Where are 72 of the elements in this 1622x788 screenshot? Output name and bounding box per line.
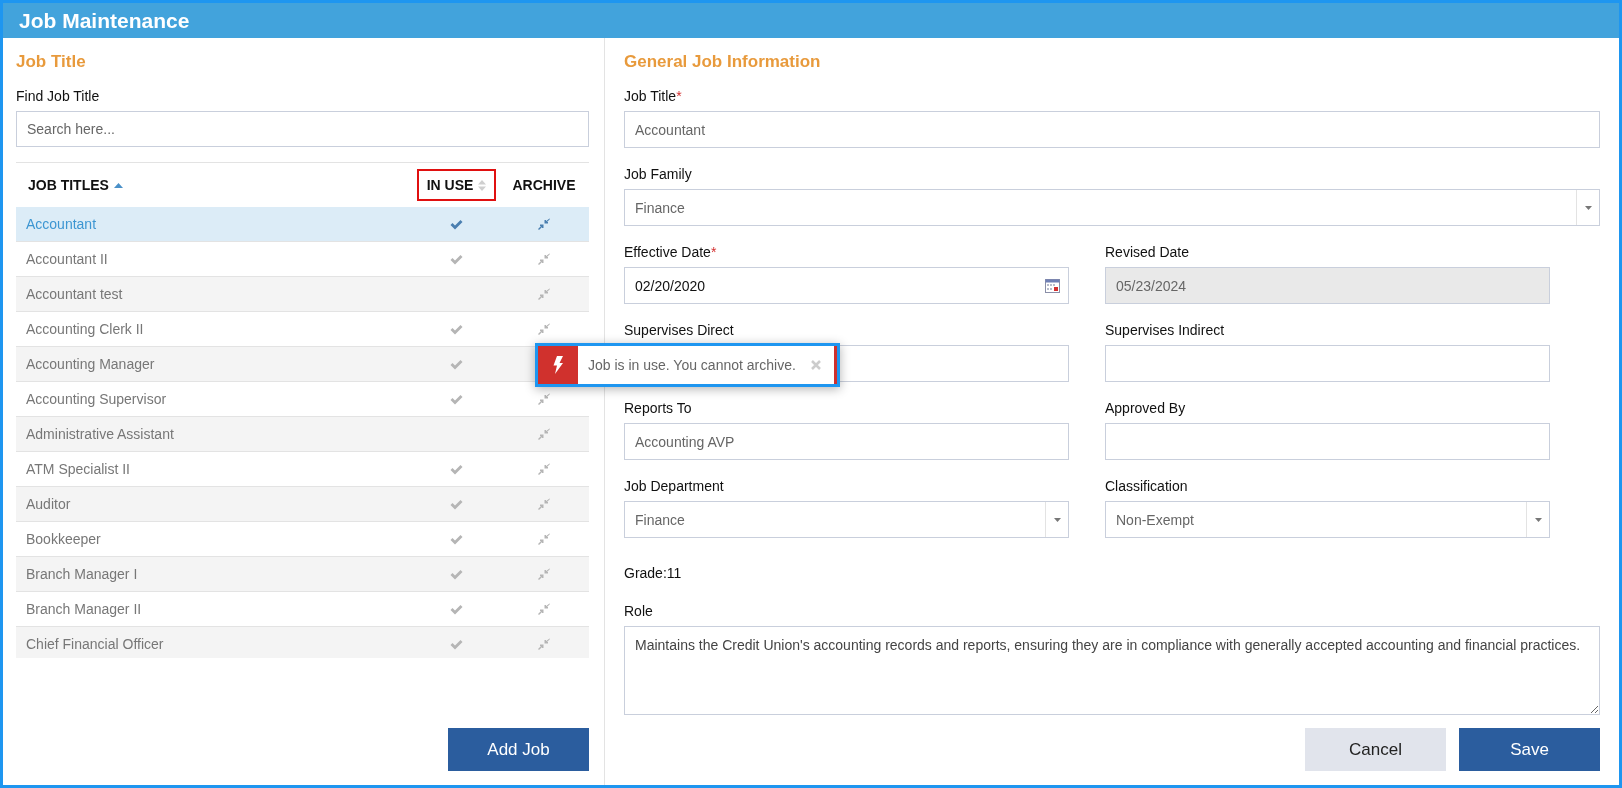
collapse-arrows-icon[interactable] <box>538 218 550 230</box>
collapse-arrows-icon[interactable] <box>538 603 550 615</box>
field-label: Revised Date <box>1105 244 1190 260</box>
job-title-cell-text: Bookkeeper <box>25 531 102 547</box>
calendar-icon[interactable] <box>1045 278 1060 293</box>
collapse-arrows-icon[interactable] <box>538 253 550 265</box>
field-label: Supervises Indirect <box>1105 322 1225 338</box>
collapse-arrows-icon[interactable] <box>538 323 550 335</box>
field-label: Job Department <box>624 478 724 494</box>
dropdown-field[interactable]: Non-Exempt <box>1105 501 1550 538</box>
collapse-arrows-icon[interactable] <box>538 498 550 510</box>
dropdown-field[interactable]: Finance <box>624 189 1600 226</box>
table-row[interactable]: Branch Manager I <box>16 557 589 592</box>
collapse-arrows-icon[interactable] <box>538 393 550 405</box>
field-label: Approved By <box>1105 400 1186 416</box>
job-title-cell-text: Accountant <box>25 216 98 232</box>
save-button[interactable]: Save <box>1459 728 1600 771</box>
collapse-arrows-icon[interactable] <box>538 533 550 545</box>
field-label: Classification <box>1105 478 1188 494</box>
field-label: Effective Date <box>624 244 711 260</box>
field-label: Supervises Direct <box>624 322 734 338</box>
caret-icon <box>1053 517 1061 522</box>
field-label: Job Family <box>624 166 692 182</box>
lightning-icon <box>552 356 564 374</box>
caret-icon <box>1534 517 1542 522</box>
date-field[interactable]: 02/20/2020 <box>624 267 1069 304</box>
field-label: Job Title <box>624 88 677 104</box>
job-title-cell-text: Accountant test <box>25 286 124 302</box>
required-mark: * <box>676 88 682 104</box>
job-title-cell-text: Branch Manager II <box>25 601 143 617</box>
job-title-cell-text: Administrative Assistant <box>25 426 175 442</box>
section-heading: General Job Information <box>624 52 822 73</box>
collapse-arrows-icon[interactable] <box>538 638 550 650</box>
add-job-button[interactable]: Add Job <box>448 728 589 771</box>
job-title-cell-text: ATM Specialist II <box>25 461 131 477</box>
column-header[interactable]: ARCHIVE <box>502 169 586 201</box>
job-title-cell-text: Accounting Manager <box>25 356 156 372</box>
table-row[interactable]: Accountant <box>16 207 589 242</box>
search-field[interactable]: Search here... <box>16 111 589 147</box>
job-title-cell-text: Chief Financial Officer <box>25 636 165 652</box>
toast-message: Job is in use. You cannot archive. <box>588 357 797 373</box>
text-field[interactable]: Accountant <box>624 111 1600 148</box>
table-row[interactable]: Accountant test <box>16 277 589 312</box>
caret-icon <box>1584 205 1592 210</box>
field-label: Role <box>624 603 653 619</box>
required-mark: * <box>710 244 717 260</box>
column-header[interactable]: IN USE <box>416 169 497 201</box>
job-title-cell-text: Accounting Supervisor <box>25 391 168 407</box>
grade-text: Grade:11 <box>624 565 683 581</box>
table-row[interactable]: Auditor <box>16 487 589 522</box>
column-header[interactable]: JOB TITLES <box>26 169 133 201</box>
table-row[interactable]: Administrative Assistant <box>16 417 589 452</box>
dropdown-field[interactable]: Finance <box>624 501 1069 538</box>
cancel-button[interactable]: Cancel <box>1305 728 1446 771</box>
close-icon[interactable] <box>811 360 821 370</box>
collapse-arrows-icon[interactable] <box>538 568 550 580</box>
text-field[interactable] <box>1105 345 1550 382</box>
job-title-cell-text: Accountant II <box>25 251 109 267</box>
text-field[interactable]: Accounting AVP <box>624 423 1069 460</box>
text-field[interactable] <box>1105 423 1550 460</box>
job-title-cell-text: Accounting Clerk II <box>25 321 145 337</box>
table-row[interactable]: Chief Financial Officer <box>16 627 589 658</box>
collapse-arrows-icon[interactable] <box>538 288 550 300</box>
collapse-arrows-icon[interactable] <box>538 428 550 440</box>
window-title: Job Maintenance <box>19 8 190 33</box>
field-label: Reports To <box>624 400 692 416</box>
role-field[interactable]: Maintains the Credit Union's accounting records and reports, ensuring they are in compliance with generally accepted accounting and financial practices. <box>624 626 1600 715</box>
job-title-cell-text: Branch Manager I <box>25 566 139 582</box>
section-heading: Job Title <box>16 52 87 73</box>
field-label: Find Job Title <box>16 88 101 105</box>
job-title-cell-text: Auditor <box>25 496 72 512</box>
collapse-arrows-icon[interactable] <box>538 463 550 475</box>
